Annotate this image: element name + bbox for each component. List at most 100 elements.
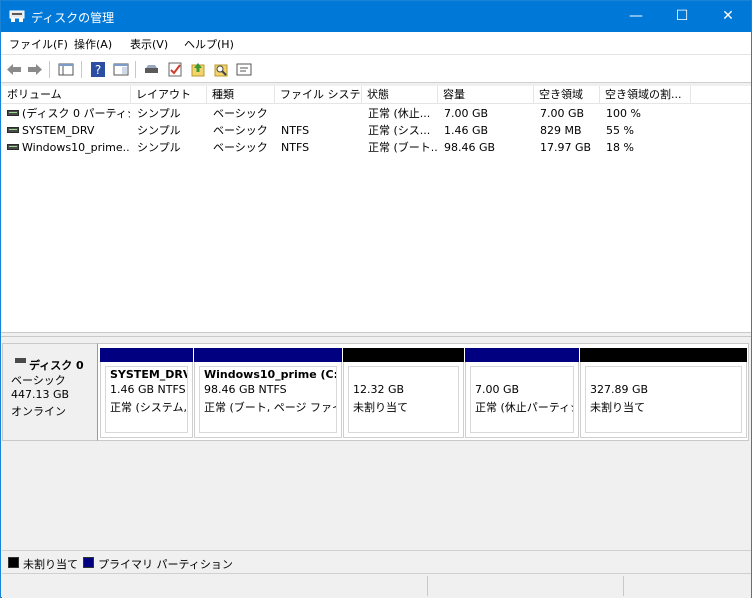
cell-volume: SYSTEM_DRV	[22, 124, 95, 137]
cell-capacity: 98.46 GB	[444, 141, 496, 154]
volume-icon	[7, 144, 19, 150]
disk-status: オンライン	[11, 405, 66, 418]
legend-swatch-primary	[83, 557, 94, 568]
column-header-filesystem[interactable]: ファイル システム	[275, 86, 362, 104]
disk-type: ベーシック	[11, 374, 66, 387]
cell-filesystem: NTFS	[281, 124, 310, 137]
primary-partition-bar	[194, 348, 342, 362]
disk-size: 447.13 GB	[11, 388, 70, 401]
cell-filesystem: NTFS	[281, 141, 310, 154]
table-row[interactable]: Windows10_prime... シンプル ベーシック NTFS 正常 (ブ…	[2, 139, 751, 156]
menu-bar: ファイル(F) 操作(A) 表示(V) ヘルプ(H)	[1, 32, 751, 54]
legend-swatch-unallocated	[8, 557, 19, 568]
primary-partition-bar	[465, 348, 579, 362]
search-icon[interactable]	[212, 61, 230, 78]
disk-management-window: ディスクの管理 — ☐ ✕ ファイル(F) 操作(A) 表示(V) ヘルプ(H)…	[0, 0, 752, 598]
status-divider	[623, 576, 624, 596]
column-header-free-percent[interactable]: 空き領域の割...	[600, 86, 691, 104]
cell-layout: シンプル	[137, 107, 181, 120]
table-row[interactable]: SYSTEM_DRV シンプル ベーシック NTFS 正常 (シス... 1.4…	[2, 122, 751, 139]
menu-help[interactable]: ヘルプ(H)	[184, 36, 234, 52]
partition-status: 未割り当て	[590, 401, 645, 414]
legend-label-unallocated: 未割り当て	[23, 558, 78, 571]
cell-layout: シンプル	[137, 141, 181, 154]
menu-file[interactable]: ファイル(F)	[9, 36, 68, 52]
help-icon[interactable]: ?	[89, 61, 107, 78]
partition-hibernate-7gb[interactable]: 7.00 GB 正常 (休止パーティシ	[465, 348, 579, 438]
maximize-button[interactable]: ☐	[659, 1, 705, 32]
toolbar-separator	[49, 61, 50, 78]
cell-status: 正常 (ブート...	[368, 141, 437, 154]
partition-name: Windows10_prime (C:)	[204, 368, 337, 381]
cell-capacity: 1.46 GB	[444, 124, 489, 137]
partition-unallocated-327gb[interactable]: 327.89 GB 未割り当て	[580, 348, 747, 438]
table-row[interactable]: (ディスク 0 パーティシ... シンプル ベーシック 正常 (休止... 7.…	[2, 105, 751, 122]
title-bar[interactable]: ディスクの管理 — ☐ ✕	[1, 1, 751, 32]
volume-list[interactable]: ボリューム レイアウト 種類 ファイル システム 状態 容量 空き領域 空き領域…	[2, 86, 751, 332]
column-header-type[interactable]: 種類	[207, 86, 275, 104]
cell-type: ベーシック	[213, 124, 268, 137]
connect-disk-icon[interactable]	[143, 61, 161, 78]
partition-size: 1.46 GB NTFS	[110, 383, 186, 396]
disk-0-label[interactable]: ディスク 0 ベーシック 447.13 GB オンライン	[2, 343, 98, 441]
toolbar-separator	[135, 61, 136, 78]
partition-status: 正常 (ブート, ページ ファイル,	[204, 401, 336, 414]
partition-system-drv[interactable]: SYSTEM_DRV 1.46 GB NTFS 正常 (システム, ア	[100, 348, 193, 438]
disk-icon	[15, 358, 26, 363]
window-title: ディスクの管理	[31, 11, 115, 25]
minimize-button[interactable]: —	[613, 1, 659, 32]
console-tree-icon[interactable]	[57, 61, 75, 78]
disk-name: ディスク 0	[29, 359, 84, 372]
cell-free-space: 7.00 GB	[540, 107, 585, 120]
cell-capacity: 7.00 GB	[444, 107, 489, 120]
column-header-layout[interactable]: レイアウト	[131, 86, 207, 104]
cell-volume: (ディスク 0 パーティシ...	[22, 107, 130, 120]
cell-volume: Windows10_prime...	[22, 141, 130, 154]
forward-icon[interactable]	[26, 61, 44, 78]
back-icon[interactable]	[5, 61, 23, 78]
show-hide-icon[interactable]	[112, 61, 130, 78]
cell-free-space: 829 MB	[540, 124, 582, 137]
column-header-volume[interactable]: ボリューム	[2, 86, 131, 104]
legend: 未割り当て プライマリ パーティション	[2, 550, 751, 572]
export-icon[interactable]	[189, 61, 207, 78]
partition-status: 未割り当て	[353, 401, 408, 414]
menu-action[interactable]: 操作(A)	[74, 36, 112, 52]
cell-free-percent: 100 %	[606, 107, 641, 120]
column-header-status[interactable]: 状態	[362, 86, 438, 104]
close-button[interactable]: ✕	[705, 1, 751, 32]
cell-layout: シンプル	[137, 124, 181, 137]
volume-list-header: ボリューム レイアウト 種類 ファイル システム 状態 容量 空き領域 空き領域…	[2, 86, 751, 104]
disk-0-partitions: SYSTEM_DRV 1.46 GB NTFS 正常 (システム, ア Wind…	[98, 343, 749, 441]
properties-icon[interactable]	[235, 61, 253, 78]
partition-size: 12.32 GB	[353, 383, 405, 396]
partition-size: 98.46 GB NTFS	[204, 383, 287, 396]
toolbar: ?	[1, 54, 751, 83]
primary-partition-bar	[100, 348, 193, 362]
check-icon[interactable]	[166, 61, 184, 78]
cell-type: ベーシック	[213, 141, 268, 154]
partition-size: 327.89 GB	[590, 383, 649, 396]
disk-management-app-icon	[9, 10, 25, 22]
unallocated-bar	[343, 348, 464, 362]
column-header-free-space[interactable]: 空き領域	[534, 86, 600, 104]
menu-view[interactable]: 表示(V)	[130, 36, 168, 52]
cell-status: 正常 (休止...	[368, 107, 431, 120]
status-divider	[427, 576, 428, 596]
cell-type: ベーシック	[213, 107, 268, 120]
cell-free-space: 17.97 GB	[540, 141, 592, 154]
column-header-capacity[interactable]: 容量	[438, 86, 534, 104]
partition-windows10-prime[interactable]: Windows10_prime (C:) 98.46 GB NTFS 正常 (ブ…	[194, 348, 342, 438]
legend-label-primary: プライマリ パーティション	[98, 558, 233, 571]
volume-icon	[7, 110, 19, 116]
status-bar	[2, 573, 751, 598]
partition-size: 7.00 GB	[475, 383, 520, 396]
partition-unallocated-12gb[interactable]: 12.32 GB 未割り当て	[343, 348, 464, 438]
unallocated-bar	[580, 348, 747, 362]
partition-status: 正常 (システム, ア	[110, 401, 187, 414]
volume-icon	[7, 127, 19, 133]
partition-name: SYSTEM_DRV	[110, 368, 188, 381]
cell-status: 正常 (シス...	[368, 124, 431, 137]
partition-status: 正常 (休止パーティシ	[475, 401, 574, 414]
svg-text:?: ?	[95, 63, 101, 77]
